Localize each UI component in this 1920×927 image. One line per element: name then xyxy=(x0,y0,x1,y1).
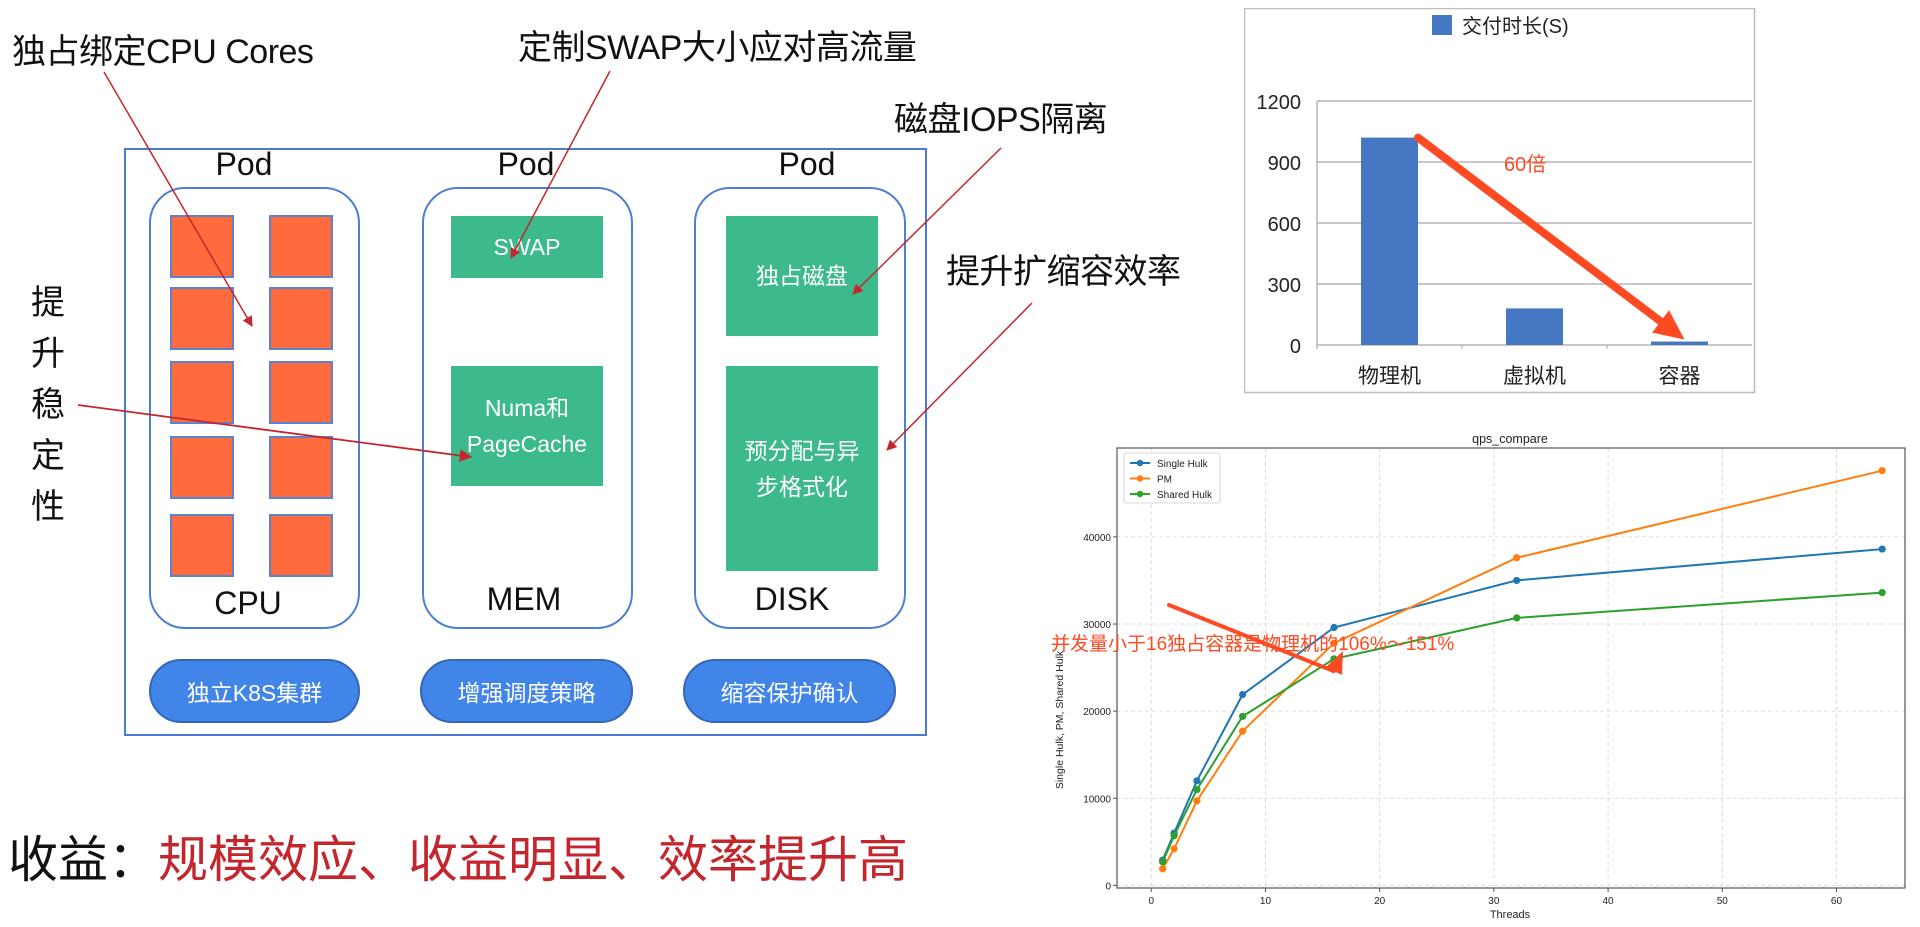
numa-pagecache-block: Numa和 PageCache xyxy=(451,366,603,486)
cpu-core xyxy=(170,361,234,424)
lc-data-point xyxy=(1239,712,1247,720)
pod-title-cpu: Pod xyxy=(215,146,273,182)
lc-xtick-label: 30 xyxy=(1488,896,1500,907)
legend-swatch xyxy=(1432,15,1452,35)
cpu-core xyxy=(269,287,333,350)
lc-data-point xyxy=(1170,845,1178,853)
pod-title-disk: Pod xyxy=(778,146,836,182)
bar-annotation-label: 60倍 xyxy=(1504,153,1546,176)
cpu-core xyxy=(269,215,333,278)
pill-scheduling-policy: 增强调度策略 xyxy=(420,659,633,723)
lc-series-line xyxy=(1161,469,1883,870)
bar-ytick-label: 1200 xyxy=(1257,92,1302,114)
benefit-value: 规模效应、收益明显、效率提升高 xyxy=(158,832,908,888)
lc-xtick-label: 0 xyxy=(1148,896,1154,907)
lc-ytick-label: 10000 xyxy=(1083,794,1111,805)
pill-scale-down-protection: 缩容保护确认 xyxy=(683,659,896,723)
swap-block: SWAP xyxy=(451,216,603,278)
lc-data-point xyxy=(1159,865,1167,873)
lc-annotation-label: 并发量小于16独占容器是物理机的106%～151% xyxy=(1051,633,1454,655)
line-chart-axes-frame xyxy=(1116,447,1906,889)
line-chart-ylabel: Single Hulk, PM, Shared Hulk xyxy=(1054,650,1066,789)
lc-xtick-label: 50 xyxy=(1717,896,1729,907)
qps-compare-line-chart: qps_compare 0 10 20 30 40 50 60 0 10000 20000 3000… xyxy=(1051,432,1906,921)
callout-stability-char: 升 xyxy=(31,335,65,373)
pod-title-mem: Pod xyxy=(497,146,555,182)
lc-data-point xyxy=(1330,623,1338,632)
lc-legend-label: Single Hulk xyxy=(1157,459,1209,470)
lc-legend-marker xyxy=(1136,459,1144,467)
lc-data-point xyxy=(1193,777,1201,785)
bar xyxy=(1506,308,1563,345)
line-chart-xlabel: Threads xyxy=(1490,909,1531,921)
lc-data-point xyxy=(1193,785,1201,794)
callout-stability-char: 定 xyxy=(31,437,65,475)
callout-disk-iops: 磁盘IOPS隔离 xyxy=(894,101,1108,139)
cpu-core xyxy=(170,215,234,278)
cpu-core xyxy=(269,514,333,577)
preallocate-format-block: 预分配与异 步格式化 xyxy=(726,366,878,571)
lc-data-point xyxy=(1513,554,1521,562)
bar xyxy=(1361,137,1418,345)
callout-scale-efficiency: 提升扩缩容效率 xyxy=(946,253,1181,291)
lc-data-point xyxy=(1159,858,1167,866)
callout-swap: 定制SWAP大小应对高流量 xyxy=(518,29,917,67)
bar-ytick-label: 900 xyxy=(1268,153,1301,175)
cpu-core xyxy=(269,436,333,499)
lc-data-point xyxy=(1239,690,1247,699)
lc-legend-marker xyxy=(1136,475,1144,482)
lc-legend-marker xyxy=(1136,490,1144,498)
lc-legend-label: PM xyxy=(1157,475,1172,486)
lc-ytick-label: 20000 xyxy=(1083,707,1111,718)
bar-ytick-label: 600 xyxy=(1268,214,1301,236)
bar-category-label: 虚拟机 xyxy=(1503,365,1566,388)
pill-k8s-cluster: 独立K8S集群 xyxy=(149,659,360,723)
bar xyxy=(1651,341,1708,345)
resource-label-mem: MEM xyxy=(486,581,562,617)
lc-data-point xyxy=(1513,576,1521,585)
lc-xtick-label: 40 xyxy=(1603,896,1615,907)
lc-series-line xyxy=(1161,591,1883,863)
lc-data-point xyxy=(1878,589,1886,597)
exclusive-disk-block: 独占磁盘 xyxy=(726,216,878,336)
lc-data-point xyxy=(1170,832,1178,840)
lc-legend-label: Shared Hulk xyxy=(1157,490,1213,501)
lc-data-point xyxy=(1239,727,1247,735)
bar-ytick-label: 0 xyxy=(1290,336,1301,358)
callout-stability-char: 性 xyxy=(31,488,65,526)
callout-stability: 提 升 稳 定 性 xyxy=(28,278,68,533)
cpu-core xyxy=(269,361,333,424)
bar-category-label: 容器 xyxy=(1659,365,1701,388)
benefit-line: 收益：规模效应、收益明显、效率提升高 xyxy=(8,820,908,892)
lc-ytick-label: 0 xyxy=(1105,881,1111,892)
lc-ytick-label: 30000 xyxy=(1083,620,1111,631)
lc-data-point xyxy=(1513,614,1521,622)
bar-ytick-label: 300 xyxy=(1268,275,1301,297)
lc-data-point xyxy=(1878,467,1886,475)
lc-ytick-label: 40000 xyxy=(1083,533,1111,544)
resource-label-cpu: CPU xyxy=(214,585,282,621)
lc-xtick-label: 10 xyxy=(1260,896,1272,907)
cpu-core xyxy=(170,287,234,350)
delivery-time-bar-chart: 交付时长(S) 0 300 600 900 1200 物理机 虚拟机 容器 60倍 xyxy=(1244,8,1756,394)
callout-stability-char: 提 xyxy=(31,284,65,322)
lc-data-point xyxy=(1878,545,1886,553)
bar-category-label: 物理机 xyxy=(1358,365,1421,388)
benefit-label: 收益： xyxy=(8,832,158,888)
cpu-core xyxy=(170,436,234,499)
callout-stability-char: 稳 xyxy=(31,386,65,424)
line-chart-title: qps_compare xyxy=(1472,432,1548,446)
legend-label: 交付时长(S) xyxy=(1462,15,1569,38)
lc-data-point xyxy=(1193,797,1201,805)
cpu-core xyxy=(170,514,234,577)
line-chart-legend: Single Hulk PM Shared Hulk xyxy=(1123,452,1221,504)
lc-xtick-label: 60 xyxy=(1831,896,1843,907)
resource-label-disk: DISK xyxy=(754,581,830,617)
callout-cpu-cores: 独占绑定CPU Cores xyxy=(12,33,314,71)
lc-xtick-label: 20 xyxy=(1374,896,1386,907)
